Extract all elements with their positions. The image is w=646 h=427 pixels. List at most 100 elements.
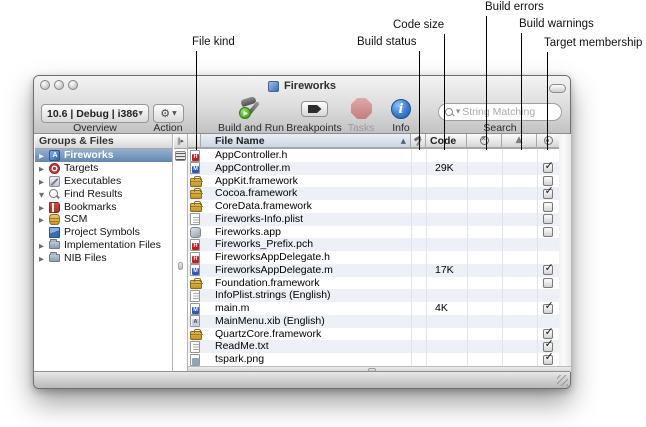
table-row[interactable]: HFireworksAppDelegate.h xyxy=(188,251,559,264)
status-bar xyxy=(34,371,570,388)
table-row[interactable]: Fireworks-Info.plist xyxy=(188,213,559,226)
callout-label: Build errors xyxy=(485,1,544,13)
disclosure-triangle[interactable]: ▶ xyxy=(39,152,47,160)
project-icon xyxy=(49,150,60,161)
file-name: FireworksAppDelegate.m xyxy=(215,264,333,277)
search-field[interactable]: ▼ xyxy=(438,103,562,121)
file-kind-badge: H xyxy=(192,154,199,161)
overview-popup[interactable]: 10.6 | Debug | i386 ▼ xyxy=(41,104,149,123)
zoom-button[interactable] xyxy=(68,80,78,90)
file-name: AppKit.framework xyxy=(215,175,298,188)
file-kind-icon: M xyxy=(190,264,200,276)
file-kind-icon: M xyxy=(190,303,200,315)
breakpoint-icon xyxy=(308,105,322,113)
sidebar-item-project-symbols[interactable]: Project Symbols xyxy=(35,226,172,239)
sidebar-item-find-results[interactable]: ▼Find Results xyxy=(35,188,172,201)
target-membership-checkbox[interactable] xyxy=(543,163,553,173)
search-label: Search xyxy=(483,122,516,134)
target-membership-checkbox[interactable] xyxy=(543,202,553,212)
target-membership-checkbox[interactable] xyxy=(543,189,553,199)
disclosure-triangle[interactable]: ▶ xyxy=(39,178,47,186)
build-errors-column-header[interactable] xyxy=(467,134,502,148)
disclosure-triangle[interactable]: ▶ xyxy=(39,242,47,250)
disclosure-triangle[interactable]: ▼ xyxy=(39,191,47,199)
sidebar-header: Groups & Files xyxy=(35,134,172,149)
search-scope-chevron-icon[interactable]: ▼ xyxy=(456,109,460,115)
table-row[interactable]: HFireworks_Prefix.pch xyxy=(188,238,559,251)
minimize-button[interactable] xyxy=(54,80,64,90)
target-membership-checkbox[interactable] xyxy=(543,304,553,314)
target-membership-checkbox[interactable] xyxy=(543,227,553,237)
search-input[interactable] xyxy=(462,106,552,118)
detail-badge-icon[interactable] xyxy=(175,151,186,161)
table-row[interactable]: ReadMe.txt xyxy=(188,340,559,353)
executable-icon xyxy=(49,176,60,187)
sidebar-item-bookmarks[interactable]: ▶Bookmarks xyxy=(35,201,172,214)
table-row[interactable]: Mmain.m4K xyxy=(188,302,559,315)
info-button[interactable]: i xyxy=(391,99,411,119)
action-button[interactable]: ⚙ ▼ xyxy=(153,104,184,123)
table-row[interactable]: H AppController.h xyxy=(188,149,559,162)
info-icon: i xyxy=(399,103,404,116)
build-warnings-column-header[interactable]: ▲ xyxy=(502,134,537,148)
callout-label: Target membership xyxy=(544,37,642,49)
table-row[interactable]: InfoPlist.strings (English) xyxy=(188,289,559,302)
target-membership-column-header[interactable] xyxy=(537,134,559,148)
column-options-icon[interactable]: ‖▸ xyxy=(174,134,187,149)
file-name: ReadMe.txt xyxy=(215,340,269,353)
table-row[interactable]: AppKit.framework xyxy=(188,175,559,188)
build-and-run-button[interactable] xyxy=(238,96,265,121)
breakpoints-label: Breakpoints xyxy=(286,122,341,134)
sidebar-item-label: Project Symbols xyxy=(64,226,140,239)
table-row[interactable]: tspark.png xyxy=(188,353,559,366)
file-kind-badge: M xyxy=(192,307,199,314)
breakpoints-button[interactable] xyxy=(301,101,328,117)
file-name: AppController.h xyxy=(215,149,287,162)
chevron-down-icon: ▼ xyxy=(138,110,143,117)
file-kind-icon: H xyxy=(190,239,200,251)
table-row[interactable]: CoreData.framework xyxy=(188,200,559,213)
table-row[interactable]: Cocoa.framework xyxy=(188,187,559,200)
disclosure-triangle[interactable]: ▶ xyxy=(39,216,47,224)
project-document-icon xyxy=(268,81,279,92)
resize-grip[interactable] xyxy=(557,375,568,386)
sidebar-item-scm[interactable]: ▶SCM xyxy=(35,213,172,226)
table-row[interactable]: M FireworksAppDelegate.m 17K xyxy=(188,264,559,277)
disclosure-triangle[interactable]: ▶ xyxy=(39,255,47,263)
code-size-value: 17K xyxy=(435,264,454,277)
target-membership-checkbox[interactable] xyxy=(543,278,553,288)
sidebar-item-implementation-files[interactable]: ▶Implementation Files xyxy=(35,239,172,252)
target-icon xyxy=(49,163,60,174)
vertical-scrollbar[interactable] xyxy=(559,134,571,366)
build-and-run-label: Build and Run xyxy=(218,122,284,134)
sidebar-item-fireworks[interactable]: ▶ Fireworks xyxy=(35,149,172,162)
code-size-column-header[interactable]: Code xyxy=(426,134,467,148)
file-kind-icon: M xyxy=(190,162,200,174)
target-membership-checkbox[interactable] xyxy=(543,355,553,365)
target-membership-checkbox[interactable] xyxy=(543,214,553,224)
table-row[interactable]: Foundation.framework xyxy=(188,277,559,290)
callout-line xyxy=(521,33,522,150)
toolbar-toggle-pill[interactable] xyxy=(549,84,566,93)
sidebar-splitter-strip[interactable]: ‖▸ xyxy=(174,134,188,372)
disclosure-triangle[interactable]: ▶ xyxy=(39,204,47,212)
table-row[interactable]: AMainMenu.xib (English) xyxy=(188,315,559,328)
target-membership-checkbox[interactable] xyxy=(543,265,553,275)
splitter-dimple[interactable] xyxy=(178,262,183,270)
sidebar-item-targets[interactable]: ▶Targets xyxy=(35,162,172,175)
close-button[interactable] xyxy=(40,80,50,90)
tasks-button[interactable] xyxy=(351,98,372,119)
sidebar-item-label: Fireworks xyxy=(64,149,114,162)
file-kind-icon xyxy=(190,290,200,302)
sidebar-item-nib-files[interactable]: ▶NIB Files xyxy=(35,252,172,265)
file-kind-badge: M xyxy=(192,166,199,173)
table-row[interactable]: MAppController.m29K xyxy=(188,162,559,175)
file-name-column-header[interactable]: File Name ▲ xyxy=(201,134,411,148)
table-row[interactable]: QuartzCore.framework xyxy=(188,328,559,341)
file-name: Fireworks-Info.plist xyxy=(215,213,303,226)
sidebar-item-executables[interactable]: ▶Executables xyxy=(35,175,172,188)
disclosure-triangle[interactable]: ▶ xyxy=(39,165,47,173)
file-name: main.m xyxy=(215,302,249,315)
file-kind-column-header[interactable] xyxy=(188,134,201,148)
table-row[interactable]: Fireworks.app xyxy=(188,226,559,239)
